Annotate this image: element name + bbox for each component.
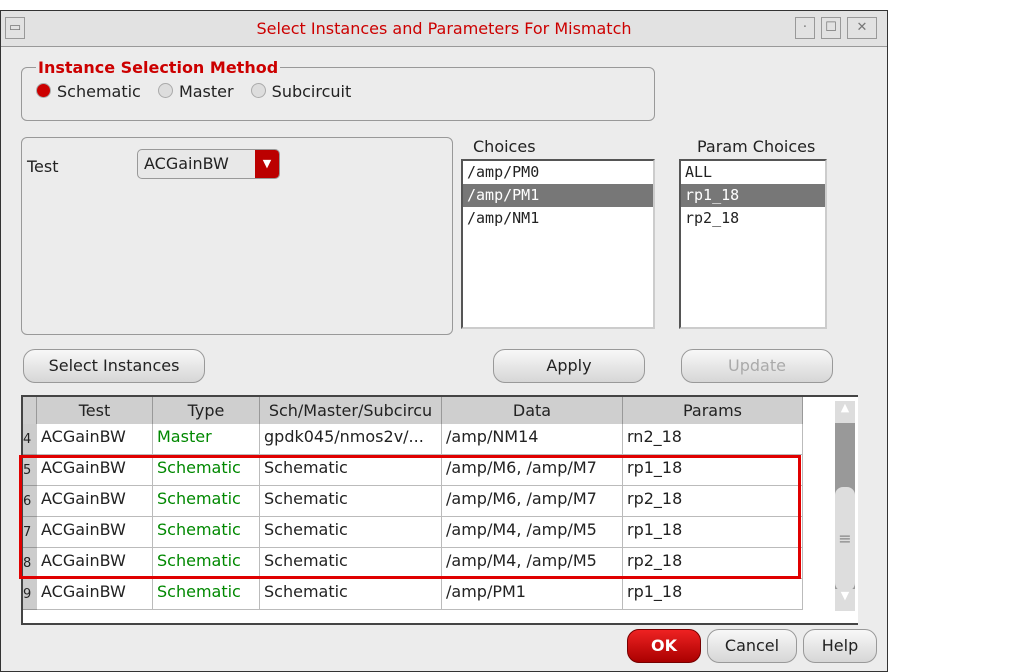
column-header-test[interactable]: Test: [37, 397, 153, 424]
maximize-button[interactable]: ☐: [821, 17, 841, 39]
chevron-down-icon: ▼: [255, 150, 279, 178]
list-item-selected[interactable]: rp1_18: [681, 184, 825, 207]
update-button[interactable]: Update: [681, 349, 833, 383]
column-header-sch[interactable]: Sch/Master/Subcircu: [260, 397, 442, 424]
column-header-data[interactable]: Data: [442, 397, 623, 424]
choices-label: Choices: [473, 137, 536, 156]
table-cell-sch[interactable]: Schematic: [260, 579, 442, 610]
help-button[interactable]: Help: [803, 629, 877, 663]
cancel-button[interactable]: Cancel: [707, 629, 797, 663]
row-number: 9: [23, 579, 37, 610]
scroll-thumb[interactable]: ≡: [835, 487, 855, 591]
minimize-button[interactable]: ·: [795, 17, 815, 39]
param-choices-list[interactable]: ALL rp1_18 rp2_18: [679, 159, 827, 329]
list-item-selected[interactable]: /amp/PM1: [463, 184, 653, 207]
test-select[interactable]: ACGainBW ▼: [137, 149, 280, 179]
table-cell-type[interactable]: Master: [153, 424, 260, 455]
radio-schematic[interactable]: Schematic: [36, 82, 141, 101]
row-number-header: [23, 397, 37, 424]
apply-button[interactable]: Apply: [493, 349, 645, 383]
scroll-up-icon[interactable]: ▲: [835, 401, 855, 423]
list-item[interactable]: ALL: [681, 161, 825, 184]
table-cell-data[interactable]: /amp/PM1: [442, 579, 623, 610]
list-item[interactable]: /amp/NM1: [463, 207, 653, 230]
scroll-down-icon[interactable]: ▼: [835, 589, 855, 611]
row-number: 4: [23, 424, 37, 455]
choices-list[interactable]: /amp/PM0 /amp/PM1 /amp/NM1: [461, 159, 655, 329]
title-bar: ▭ Select Instances and Parameters For Mi…: [1, 11, 887, 47]
radio-master[interactable]: Master: [157, 82, 234, 101]
instance-selection-group: Instance Selection Method Schematic Mast…: [21, 58, 655, 121]
table-cell-data[interactable]: /amp/NM14: [442, 424, 623, 455]
dialog-window: ▭ Select Instances and Parameters For Mi…: [0, 10, 888, 672]
table-cell-params[interactable]: rp1_18: [623, 579, 803, 610]
table-cell-test[interactable]: ACGainBW: [37, 579, 153, 610]
close-button[interactable]: ✕: [847, 17, 877, 39]
select-instances-button[interactable]: Select Instances: [23, 349, 205, 383]
group-legend: Instance Selection Method: [36, 58, 281, 77]
list-item[interactable]: /amp/PM0: [463, 161, 653, 184]
column-header-params[interactable]: Params: [623, 397, 803, 424]
radio-icon: [250, 83, 266, 98]
table-cell-type[interactable]: Schematic: [153, 579, 260, 610]
table-cell-params[interactable]: rn2_18: [623, 424, 803, 455]
list-item[interactable]: rp2_18: [681, 207, 825, 230]
table-cell-sch[interactable]: gpdk045/nmos2v/...: [260, 424, 442, 455]
radio-icon: [157, 83, 173, 98]
radio-subcircuit[interactable]: Subcircuit: [250, 82, 351, 101]
table-cell-test[interactable]: ACGainBW: [37, 424, 153, 455]
highlight-box: [19, 455, 801, 579]
column-header-type[interactable]: Type: [153, 397, 260, 424]
window-title: Select Instances and Parameters For Mism…: [256, 19, 632, 38]
vertical-scrollbar[interactable]: ▲ ≡ ▼: [835, 401, 855, 611]
radio-group: Schematic Master Subcircuit: [36, 82, 351, 101]
param-choices-label: Param Choices: [697, 137, 816, 156]
test-label: Test: [27, 157, 59, 176]
radio-selected-icon: [36, 83, 51, 98]
ok-button[interactable]: OK: [627, 629, 701, 663]
